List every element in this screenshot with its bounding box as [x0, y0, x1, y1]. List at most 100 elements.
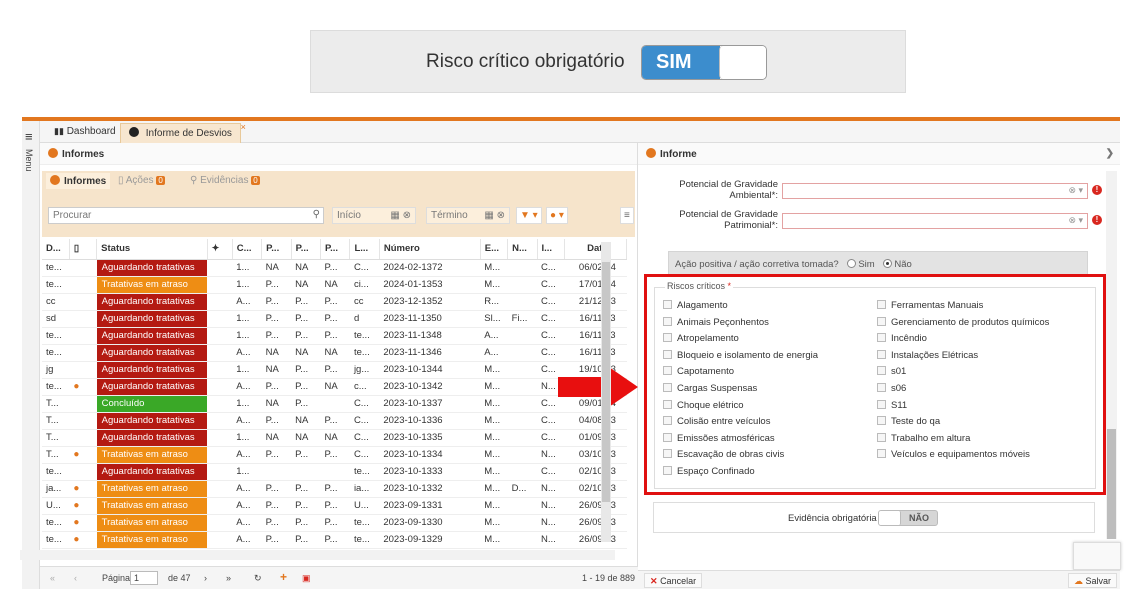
first-page-button[interactable]: « [50, 573, 55, 583]
table-row[interactable]: te... Aguardando tratativas A... NA NA NA te..… [42, 344, 627, 362]
checkbox-box[interactable] [663, 399, 672, 409]
col-header[interactable]: C... [232, 239, 263, 260]
risco-checkbox[interactable]: Ferramentas Manuais [877, 300, 983, 311]
checkbox-box[interactable] [663, 383, 672, 392]
col-header-person-icon[interactable]: ✦ [207, 239, 233, 260]
table-row[interactable]: T... ● Tratativas em atraso A... P... P... P..… [42, 446, 627, 464]
checkbox-box[interactable] [663, 349, 672, 359]
recaptcha-badge[interactable] [1073, 542, 1121, 570]
checkbox-box[interactable] [663, 300, 672, 309]
checkbox-box[interactable] [877, 316, 886, 326]
form-vertical-scrollbar[interactable] [1106, 171, 1117, 539]
risco-checkbox[interactable]: Atropelamento [663, 333, 739, 344]
checkbox-box[interactable] [663, 366, 672, 376]
col-header[interactable]: Número [379, 239, 481, 260]
risco-checkbox[interactable]: s01 [877, 366, 906, 377]
risco-checkbox[interactable]: Choque elétrico [663, 399, 744, 411]
search-icon[interactable]: ⚲ [313, 209, 320, 220]
col-header[interactable]: P... [291, 239, 322, 260]
checkbox-box[interactable] [663, 466, 672, 475]
checkbox-box[interactable] [877, 349, 886, 359]
col-header[interactable]: P... [261, 239, 292, 260]
checkbox-box[interactable] [877, 333, 886, 343]
next-page-button[interactable]: › [204, 573, 207, 583]
checkbox-box[interactable] [877, 399, 886, 409]
table-row[interactable]: te... ● Tratativas em atraso A... P... P... P.… [42, 514, 627, 532]
radio-sim[interactable] [847, 259, 857, 268]
risco-checkbox[interactable]: Instalações Elétricas [877, 349, 978, 361]
filter-button[interactable]: ▼ ▾ [516, 207, 542, 224]
table-row[interactable]: te... ● Aguardando tratativas A... P... P... N… [42, 378, 627, 396]
table-row[interactable]: ja... ● Tratativas em atraso A... P... P... P.… [42, 480, 627, 498]
risco-checkbox[interactable]: S11 [877, 399, 907, 411]
table-row[interactable]: T... Concluído 1... NA P... C... 2023-10-1337 M… [42, 395, 627, 413]
checkbox-box[interactable] [877, 366, 886, 376]
radio-nao[interactable] [883, 259, 893, 268]
col-header[interactable]: Status [96, 239, 208, 260]
risco-checkbox[interactable]: s06 [877, 383, 906, 394]
risco-checkbox[interactable]: Trabalho em altura [877, 432, 970, 444]
table-row[interactable]: T... Aguardando tratativas A... P... NA P... C… [42, 412, 627, 430]
close-icon[interactable]: × [241, 122, 246, 132]
table-row[interactable]: T... Aguardando tratativas 1... NA NA NA C... 2… [42, 429, 627, 447]
risco-checkbox[interactable]: Capotamento [663, 366, 734, 377]
table-row[interactable]: te... ● Tratativas em atraso A... P... P... P.… [42, 531, 627, 549]
last-page-button[interactable]: » [226, 573, 231, 583]
refresh-icon[interactable]: ↻ [254, 573, 262, 584]
table-row[interactable]: te... Aguardando tratativas 1... te... 2023-… [42, 463, 627, 481]
clear-dropdown-icon[interactable]: ⊗ ▾ [1068, 185, 1083, 196]
checkbox-box[interactable] [663, 316, 672, 326]
inicio-date-field[interactable]: Início ▦ ⊗ [332, 207, 416, 224]
checkbox-box[interactable] [663, 416, 672, 426]
col-header[interactable]: D... [42, 239, 70, 260]
table-row[interactable]: te... Tratativas em atraso 1... P... NA NA ci.… [42, 276, 627, 294]
export-button[interactable]: ● ▾ [546, 207, 568, 224]
col-header-device-icon[interactable]: ▯ [69, 239, 98, 260]
checkbox-box[interactable] [877, 383, 886, 392]
risco-checkbox[interactable]: Teste do qa [877, 416, 940, 427]
col-header[interactable]: N... [507, 239, 538, 260]
risco-checkbox[interactable]: Animais Peçonhentos [663, 316, 769, 328]
tab-informe-de-desvios[interactable]: Informe de Desvios × [120, 122, 246, 143]
checkbox-box[interactable] [877, 432, 886, 442]
subtab-acoes[interactable]: ▯ Ações 0 [118, 175, 165, 186]
risco-checkbox[interactable]: Alagamento [663, 300, 728, 311]
checkbox-box[interactable] [663, 432, 672, 442]
prev-page-button[interactable]: ‹ [74, 573, 77, 583]
add-icon[interactable]: + [280, 570, 287, 584]
checkbox-box[interactable] [877, 449, 886, 459]
calendar-icon[interactable]: ▦ ⊗ [484, 210, 505, 221]
risco-checkbox[interactable]: Veículos e equipamentos móveis [877, 449, 1030, 460]
table-row[interactable]: te... Aguardando tratativas 1... NA NA P... C.… [42, 259, 627, 277]
side-menu[interactable]: ≡ Menu [22, 121, 40, 589]
table-row[interactable]: te... Aguardando tratativas 1... P... P... P.… [42, 327, 627, 345]
risco-checkbox[interactable]: Gerenciamento de produtos químicos [877, 316, 1049, 328]
table-row[interactable]: jg Aguardando tratativas 1... NA P... P... jg.… [42, 361, 627, 379]
calendar-icon[interactable]: ▦ ⊗ [390, 210, 411, 221]
chevron-right-icon[interactable]: ❯ [1106, 148, 1114, 159]
checkbox-box[interactable] [877, 416, 886, 426]
col-header[interactable]: Data [564, 239, 628, 260]
grid-vertical-scrollbar[interactable] [601, 242, 611, 542]
checkbox-box[interactable] [663, 333, 672, 343]
checkbox-box[interactable] [663, 449, 672, 459]
risco-checkbox[interactable]: Incêndio [877, 333, 927, 344]
subtab-evidencias[interactable]: ⚲ Evidências 0 [190, 175, 260, 186]
clear-dropdown-icon[interactable]: ⊗ ▾ [1068, 215, 1083, 226]
risco-checkbox[interactable]: Espaço Confinado [663, 466, 755, 477]
termino-date-field[interactable]: Término ▦ ⊗ [426, 207, 510, 224]
col-header[interactable]: E... [480, 239, 509, 260]
risco-checkbox[interactable]: Colisão entre veículos [663, 416, 770, 427]
col-header[interactable]: P... [320, 239, 351, 260]
hamburger-icon[interactable]: ≡ [25, 129, 33, 144]
page-input[interactable]: 1 [130, 571, 158, 585]
risco-checkbox[interactable]: Escavação de obras civis [663, 449, 784, 460]
columns-menu-button[interactable]: ≡ [620, 207, 634, 224]
table-row[interactable]: U... ● Tratativas em atraso A... P... P... P..… [42, 497, 627, 515]
gravidade-ambiental-select[interactable]: ⊗ ▾ [782, 183, 1088, 199]
risco-checkbox[interactable]: Emissões atmosféricas [663, 432, 775, 444]
checkbox-box[interactable] [877, 300, 886, 309]
table-row[interactable]: cc Aguardando tratativas A... P... P... P... c… [42, 293, 627, 311]
risco-critico-toggle[interactable]: SIM [641, 45, 767, 80]
table-row[interactable]: sd Aguardando tratativas 1... P... P... P... d… [42, 310, 627, 328]
